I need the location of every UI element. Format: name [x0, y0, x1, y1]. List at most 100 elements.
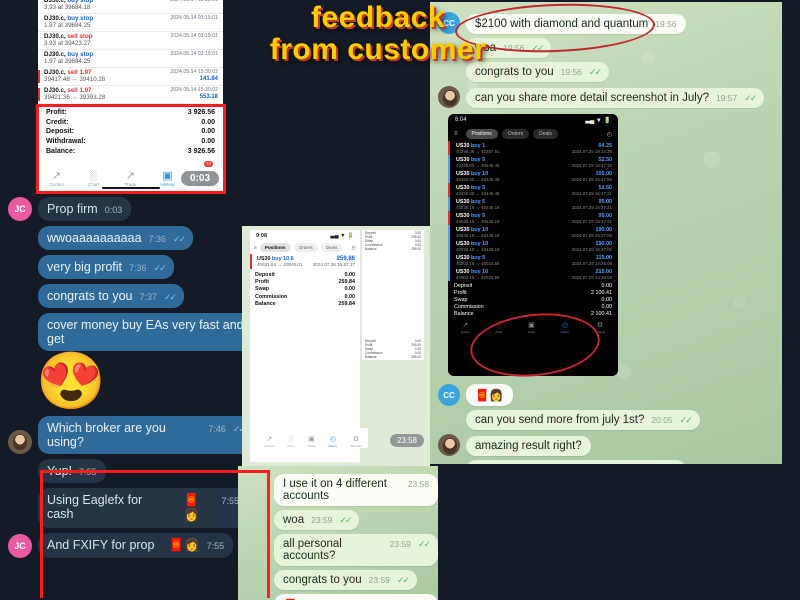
- summary-label: Profit:: [46, 109, 67, 117]
- message-bubble[interactable]: $2100 with diamond and quantum 19:56: [466, 14, 686, 34]
- tab-deals[interactable]: Deals: [320, 243, 343, 252]
- message-time: 20:05: [651, 415, 673, 425]
- phone-status-bar: 9:08 ▃▄ ▼ 🔋: [250, 230, 360, 241]
- read-ticks-icon: ✓✓: [531, 43, 544, 53]
- tab-chart[interactable]: ░ Chart: [287, 436, 294, 448]
- summary-label: Swap: [454, 296, 468, 303]
- row-prices: 40002.18 → 40023.68: [456, 274, 500, 280]
- message-bubble[interactable]: I use it on 4 different accounts 23:58: [274, 474, 438, 506]
- tab-deals[interactable]: Deals: [533, 129, 558, 139]
- row-op: sell 1.97: [67, 69, 92, 76]
- tab-chart[interactable]: ░ Chart: [495, 322, 502, 334]
- avatar: JC: [8, 534, 32, 558]
- tab-history[interactable]: ◴ History: [561, 322, 570, 334]
- row-op: buy stop: [67, 15, 94, 22]
- collage-canvas: feedback from customer DJ30.c, buy stop …: [0, 0, 800, 600]
- message-bubble[interactable]: Yup! 7:55: [38, 459, 106, 483]
- tab-history[interactable]: ◴ History: [328, 436, 337, 448]
- message-bubble[interactable]: congrats to you 19:56 ✓✓: [466, 62, 610, 82]
- deal-prices: 40831.64 → 40845.01: [257, 262, 303, 267]
- tab-label: Chart: [495, 329, 503, 334]
- message-bubble[interactable]: And FXIFY for prop 🧧👩 7:55: [38, 533, 234, 558]
- summary-row: Profit 2 100.41: [454, 289, 612, 296]
- settings-badge: 13: [203, 160, 213, 167]
- mt5-tab-row[interactable]: ≡ Positions Orders Deals ◴: [448, 127, 618, 141]
- chat-message: congrats to you again. I love it. 20:06 …: [430, 460, 782, 464]
- message-bubble[interactable]: very big profit 7:36 ✓✓: [38, 255, 174, 279]
- tab-trade[interactable]: ▣ Trade: [528, 322, 535, 334]
- tab-label: Quotes: [49, 181, 64, 187]
- summary-row: Commission 0.00: [255, 293, 355, 300]
- message-bubble[interactable]: amazing result right?: [466, 436, 591, 456]
- read-ticks-icon: ✓✓: [173, 234, 186, 244]
- clock-icon[interactable]: ◴: [352, 245, 356, 251]
- row-detail: 3.93 at 39423.27: [44, 40, 91, 47]
- tab-quotes[interactable]: ↗ Quotes: [38, 170, 75, 187]
- mt5-history-list: DJ30.c, buy stop 2024.05.14 03:15:01 3.9…: [38, 0, 223, 104]
- tab-trade[interactable]: ▣ Trade: [308, 436, 316, 448]
- summary-value: 0.00: [601, 296, 613, 303]
- tab-chart[interactable]: ░ Chart: [75, 170, 112, 187]
- message-bubble[interactable]: all personal accounts? 23:59 ✓✓: [274, 534, 438, 566]
- mt5-tab-row[interactable]: ≡ Positions Orders Deals ◴: [250, 241, 360, 254]
- mt5-positions-list: US30 buy 1 94.25 40398.36 → 40387.61 202…: [448, 141, 618, 281]
- summary-label: Credit:: [46, 118, 69, 126]
- summary-label: Deposit: [255, 271, 275, 278]
- message-bubble[interactable]: 🧧👩 Two of them are mix between FX Diamon…: [274, 594, 438, 600]
- read-ticks-icon: ✓✓: [164, 292, 177, 302]
- message-bubble[interactable]: 🧧👩: [466, 384, 513, 406]
- tab-label: Quotes: [460, 329, 470, 334]
- summary-value: 0.00: [201, 128, 215, 136]
- message-time: 19:56: [503, 43, 525, 53]
- message-bubble[interactable]: Prop firm 0:03: [38, 197, 132, 221]
- table-row: US30 buy 10 190.00 40030.18 → 40446.18 2…: [448, 239, 618, 253]
- tab-label: History: [328, 444, 338, 448]
- mt5-dark-tabbar[interactable]: ↗ Quotes ░ Chart ▣ Trade ◴ History ⚙ Set…: [448, 319, 618, 338]
- summary-row: Balance 255.00: [365, 247, 421, 251]
- tab-orders[interactable]: Orders: [293, 243, 318, 252]
- message-bubble[interactable]: can you share more detail screenshot in …: [466, 88, 765, 108]
- chat-message: CC $2100 with diamond and quantum 19:56: [430, 12, 782, 34]
- message-text: congrats to you: [475, 66, 554, 78]
- message-bubble[interactable]: congrats to you 23:59 ✓✓: [274, 570, 418, 590]
- tab-orders[interactable]: Orders: [501, 129, 530, 139]
- tab-quotes[interactable]: ↗ Quotes: [461, 322, 470, 334]
- filter-icon[interactable]: ≡: [454, 131, 458, 137]
- mini-summary-top: Deposit 0.00 Profit 255.00 Swap 0.00 Com…: [362, 230, 424, 252]
- message-bubble[interactable]: Using Eaglefx for cash 🧧👩 7:55: [38, 488, 248, 528]
- message-text: And FXIFY for prop: [47, 538, 155, 552]
- message-bubble[interactable]: congrats to you 7:37 ✓✓: [38, 284, 185, 308]
- message-text: Using Eaglefx for cash: [47, 493, 143, 521]
- summary-value: 0.00: [601, 282, 613, 289]
- message-text: I use it on 4 different accounts: [283, 478, 387, 502]
- avatar: [8, 430, 32, 454]
- summary-value: 259.84: [338, 279, 356, 286]
- filter-icon[interactable]: ≡: [254, 245, 257, 251]
- clock-icon[interactable]: ◴: [607, 131, 612, 138]
- row-time: 2024.05.14 15:30:02: [170, 87, 218, 93]
- mt5-center-tabbar[interactable]: ↗ Quotes ░ Chart ▣ Trade ◴ History ⚙ Set…: [258, 428, 368, 448]
- row-op: sell stop: [67, 33, 93, 40]
- table-row: US30 buy 1 94.25 40398.36 → 40387.61 202…: [448, 141, 618, 155]
- tab-settings[interactable]: ⚙ Settings: [351, 436, 362, 448]
- summary-label: Balance:: [46, 147, 76, 155]
- tab-quotes[interactable]: ↗ Quotes: [265, 436, 275, 448]
- message-bubble[interactable]: cover money buy EAs very fast and get: [38, 313, 253, 351]
- row-prices: 40030.18 → 40446.18: [456, 218, 500, 224]
- tab-trade[interactable]: ↗ Trade: [112, 170, 149, 187]
- summary-row: Deposit 0.00: [255, 271, 355, 278]
- chat-message: wwoaaaaaaaaaa 7:36 ✓✓: [0, 226, 260, 250]
- tab-positions[interactable]: Positions: [259, 243, 291, 252]
- tab-label: Quotes: [264, 444, 275, 448]
- tab-settings[interactable]: ⚙ Settings: [595, 322, 605, 334]
- summary-value: 0.00: [601, 304, 613, 311]
- message-bubble[interactable]: woa 19:56 ✓✓: [466, 38, 552, 58]
- summary-row: Balance 255.00: [365, 355, 421, 359]
- message-bubble[interactable]: Which broker are you using? 7:46 ✓✓: [38, 416, 253, 454]
- message-bubble[interactable]: can you send more from july 1st? 20:05 ✓…: [466, 410, 700, 430]
- message-bubble[interactable]: wwoaaaaaaaaaa 7:36 ✓✓: [38, 226, 194, 250]
- message-bubble[interactable]: woa 23:59 ✓✓: [274, 510, 360, 530]
- tab-positions[interactable]: Positions: [465, 129, 498, 139]
- summary-row: Balance 259.84: [255, 301, 355, 308]
- message-bubble[interactable]: congrats to you again. I love it. 20:06 …: [466, 460, 687, 464]
